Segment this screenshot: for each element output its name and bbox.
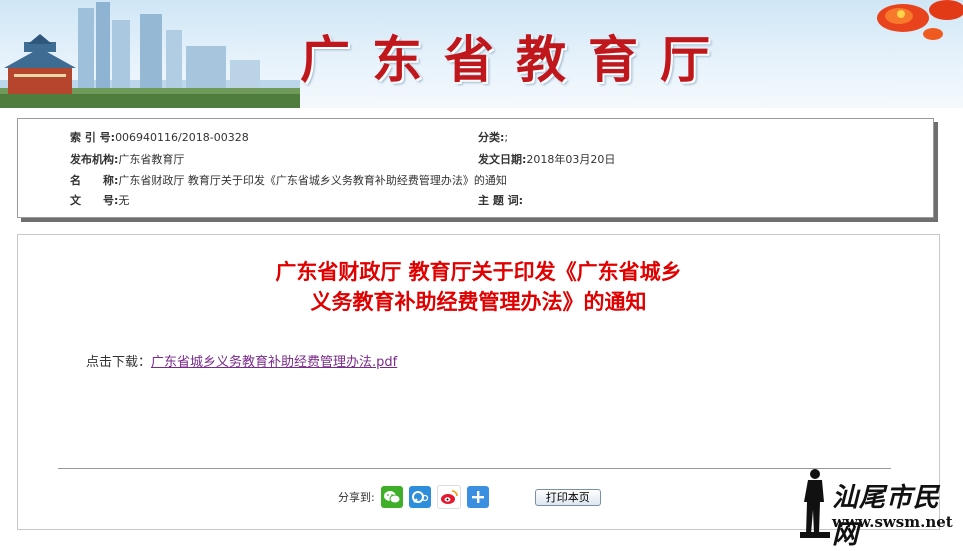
- issue-date-label: 发文日期:: [478, 153, 527, 166]
- issue-date-row: 发文日期:2018年03月20日: [478, 152, 615, 168]
- download-row: 点击下载：广东省城乡义务教育补助经费管理办法.pdf: [86, 351, 397, 370]
- kapok-flower-image: [877, 0, 963, 40]
- qq-zone-icon[interactable]: [408, 486, 431, 508]
- city-skyline-image: [0, 2, 300, 108]
- index-number-value: 006940116/2018-00328: [115, 131, 249, 144]
- category-value: ;: [504, 131, 509, 144]
- document-number-label: 文 号:: [70, 194, 119, 207]
- document-name-value: 广东省财政厅 教育厅关于印发《广东省城乡义务教育补助经费管理办法》的通知: [118, 174, 507, 187]
- index-number-label: 索 引 号:: [70, 131, 116, 144]
- document-number-value: 无: [118, 194, 130, 207]
- content-divider: [58, 468, 891, 469]
- article-title: 广东省财政厅 教育厅关于印发《广东省城乡 义务教育补助经费管理办法》的通知: [18, 257, 939, 317]
- document-number-row: 文 号:无: [70, 193, 129, 209]
- download-pdf-link[interactable]: 广东省城乡义务教育补助经费管理办法.pdf: [151, 355, 397, 370]
- download-label: 点击下载：: [86, 355, 152, 370]
- article-title-line-1: 广东省财政厅 教育厅关于印发《广东省城乡: [275, 260, 682, 284]
- weibo-icon[interactable]: [436, 485, 461, 509]
- publisher-value: 广东省教育厅: [118, 153, 185, 166]
- document-name-label: 名 称:: [70, 174, 119, 187]
- article-title-line-2: 义务教育补助经费管理办法》的通知: [310, 290, 647, 314]
- issue-date-value: 2018年03月20日: [526, 153, 616, 166]
- category-label: 分类:: [478, 131, 505, 144]
- more-share-icon[interactable]: [466, 486, 489, 508]
- keywords-label: 主 题 词:: [478, 194, 524, 207]
- print-page-button[interactable]: 打印本页: [534, 488, 601, 506]
- banner-title: 广东省教育厅: [300, 31, 732, 89]
- keywords-row: 主 题 词:: [478, 193, 523, 209]
- publisher-row: 发布机构:广东省教育厅: [70, 152, 184, 168]
- document-info-panel: 索 引 号:006940116/2018-00328 分类:; 发布机构:广东省…: [17, 118, 934, 218]
- publisher-label: 发布机构:: [70, 153, 119, 166]
- index-number-row: 索 引 号:006940116/2018-00328: [70, 130, 249, 146]
- document-name-row: 名 称:广东省财政厅 教育厅关于印发《广东省城乡义务教育补助经费管理办法》的通知: [70, 173, 507, 189]
- site-banner: 广东省教育厅: [0, 0, 963, 108]
- category-row: 分类:;: [478, 130, 508, 146]
- share-bar: 分享到: 打印本页: [338, 485, 601, 509]
- watermark-url: www.swsm.net: [832, 513, 953, 531]
- wechat-icon[interactable]: [380, 486, 403, 508]
- share-label: 分享到:: [338, 491, 375, 504]
